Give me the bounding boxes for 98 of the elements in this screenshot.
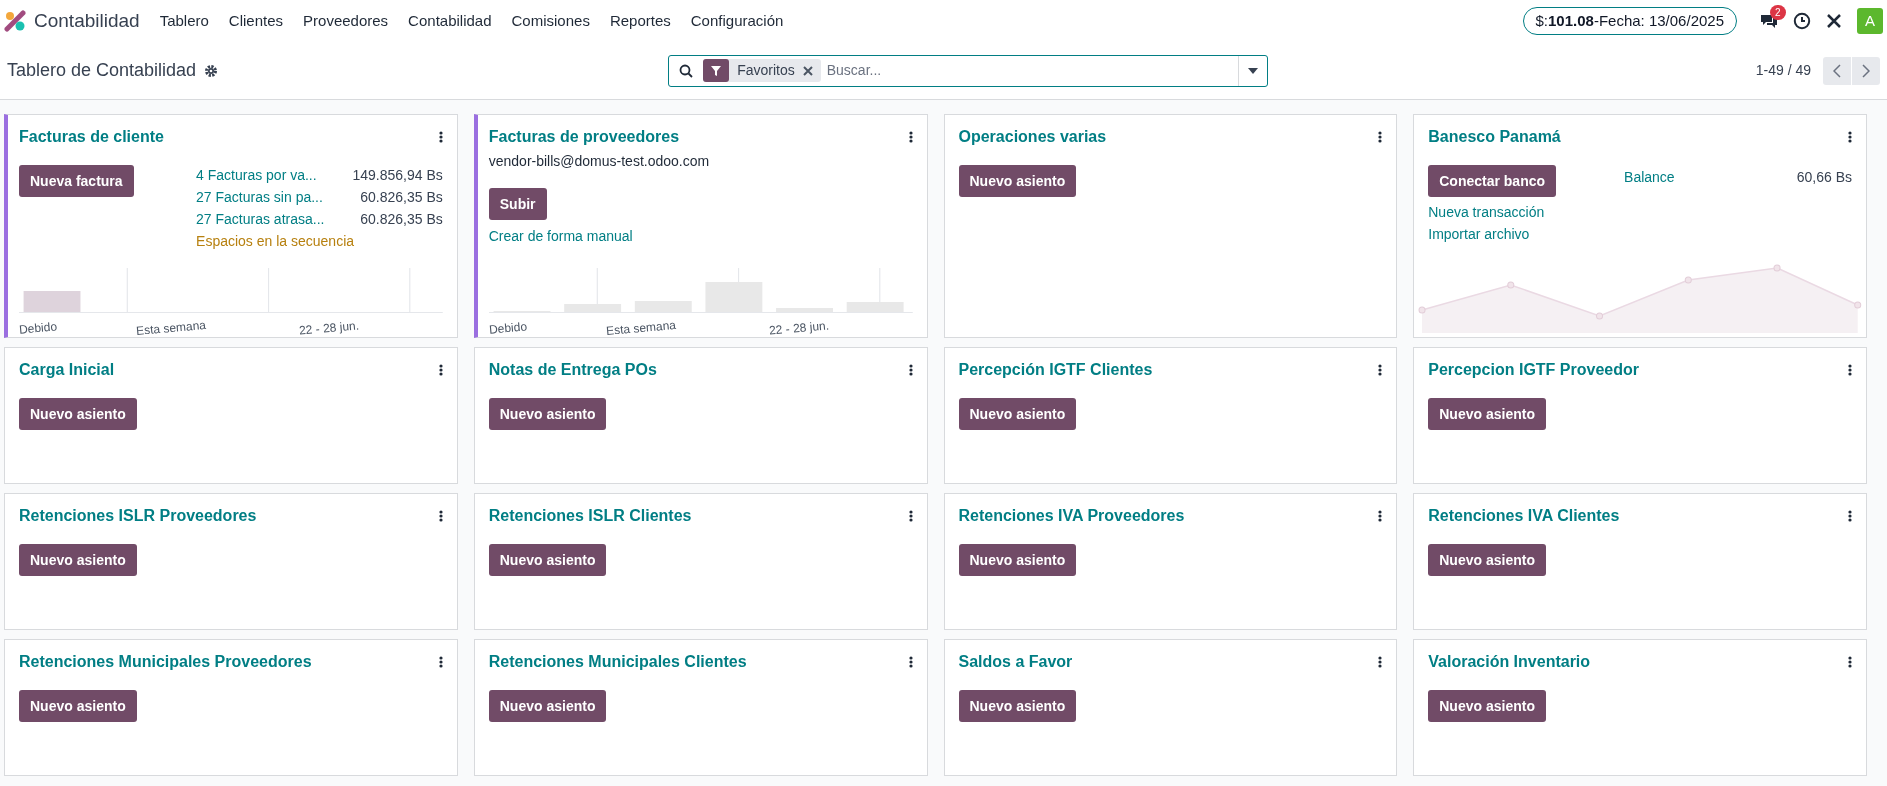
primary-action-button[interactable]: Nuevo asiento <box>488 690 607 722</box>
primary-action-button[interactable]: Nuevo asiento <box>19 690 137 722</box>
more-options-icon[interactable] <box>1848 656 1852 668</box>
invoice-stat-link[interactable]: 27 Facturas atrasa... <box>196 209 325 229</box>
pager-value: 1-49 / 49 <box>1755 61 1811 80</box>
chart-bar <box>23 291 81 312</box>
close-icon[interactable] <box>802 65 813 76</box>
data-point <box>1596 312 1604 320</box>
more-options-icon[interactable] <box>1848 364 1852 376</box>
caret-icon <box>1248 67 1259 74</box>
search-icon <box>679 63 694 78</box>
warning-link[interactable]: Espacios en la secuencia <box>196 231 443 251</box>
more-options-icon[interactable] <box>1378 131 1383 143</box>
card-title[interactable]: Facturas de proveedores <box>488 125 680 149</box>
card-title[interactable]: Operaciones varias <box>958 125 1107 149</box>
more-options-icon[interactable] <box>908 364 913 376</box>
primary-action-button[interactable]: Conectar banco <box>1428 165 1557 197</box>
menu-item[interactable]: Comisiones <box>511 9 590 33</box>
more-options-icon[interactable] <box>1378 364 1383 376</box>
axis-label: Esta semana <box>135 316 207 337</box>
more-options-icon[interactable] <box>908 656 913 668</box>
action-link[interactable]: Importar archivo <box>1428 226 1530 242</box>
card-title[interactable]: Retenciones ISLR Clientes <box>488 504 692 528</box>
axis-label: 22 - 28 jun. <box>298 317 360 337</box>
primary-action-button[interactable]: Nuevo asiento <box>19 398 137 430</box>
card-title[interactable]: Retenciones Municipales Clientes <box>488 650 747 674</box>
menu-item[interactable]: Tablero <box>159 9 209 33</box>
more-options-icon[interactable] <box>1378 510 1383 522</box>
action-link[interactable]: Nueva transacción <box>1428 204 1545 220</box>
card-title[interactable]: Saldos a Favor <box>958 650 1073 674</box>
balance-amount: 60,66 Bs <box>1796 168 1852 187</box>
more-options-icon[interactable] <box>438 364 443 376</box>
primary-action-button[interactable]: Nuevo asiento <box>958 544 1077 576</box>
axis-label: 22 - 28 jun. <box>768 317 830 337</box>
axis-label: Esta semana <box>605 316 677 337</box>
search-bar[interactable]: Favoritos Buscar... <box>668 54 1269 87</box>
search-input[interactable]: Buscar... <box>820 60 1239 81</box>
notification-count: 2 <box>1770 5 1786 20</box>
tools-icon[interactable] <box>1825 12 1843 30</box>
primary-action-button[interactable]: Nuevo asiento <box>958 690 1077 722</box>
primary-action-button[interactable]: Nuevo asiento <box>488 544 607 576</box>
more-options-icon[interactable] <box>1848 510 1852 522</box>
amount-text: 60.826,35 Bs <box>359 188 443 207</box>
more-options-icon[interactable] <box>908 510 913 522</box>
more-options-icon[interactable] <box>438 510 443 522</box>
card-title[interactable]: Facturas de cliente <box>19 125 164 149</box>
card-title[interactable]: Notas de Entrega POs <box>488 358 657 382</box>
data-point <box>1418 306 1426 314</box>
menu-item[interactable]: Proveedores <box>303 9 389 33</box>
filter-facet[interactable]: Favoritos <box>703 59 821 82</box>
invoice-stat-link[interactable]: 4 Facturas por va... <box>196 165 325 185</box>
chevron-left-icon <box>1833 63 1841 78</box>
chevron-right-icon <box>1862 63 1870 78</box>
axis-label: Debido <box>18 318 58 337</box>
more-options-icon[interactable] <box>438 656 443 668</box>
more-options-icon[interactable] <box>1848 131 1852 143</box>
manual-entry-link[interactable]: Crear de forma manual <box>488 228 633 244</box>
card-title[interactable]: Percepcion IGTF Proveedor <box>1428 358 1639 382</box>
data-point <box>1854 301 1862 309</box>
card-title[interactable]: Retenciones Municipales Proveedores <box>19 650 312 674</box>
primary-action-button[interactable]: Nuevo asiento <box>958 398 1077 430</box>
primary-action-button[interactable]: Nuevo asiento <box>1428 690 1546 722</box>
card-title[interactable]: Retenciones IVA Proveedores <box>958 504 1185 528</box>
app-name[interactable]: Contabilidad <box>34 6 140 36</box>
settings-icon[interactable] <box>204 63 219 78</box>
primary-action-button[interactable]: Nuevo asiento <box>1428 544 1546 576</box>
card-title[interactable]: Carga Inicial <box>19 358 115 382</box>
card-title[interactable]: Banesco Panamá <box>1428 125 1561 149</box>
more-options-icon[interactable] <box>1378 656 1383 668</box>
invoice-stat-link[interactable]: 27 Facturas sin pa... <box>196 187 325 207</box>
email-address: vendor-bills@domus-test.odoo.com <box>488 152 711 171</box>
page-title: Tablero de Contabilidad <box>7 59 197 82</box>
card-title[interactable]: Percepción IGTF Clientes <box>958 358 1153 382</box>
menu-item[interactable]: Contabilidad <box>408 9 492 33</box>
app-logo-icon[interactable] <box>4 10 26 32</box>
more-options-icon[interactable] <box>908 131 913 143</box>
amount-text: 149.856,94 Bs <box>352 166 443 185</box>
card-title[interactable]: Retenciones IVA Clientes <box>1428 504 1620 528</box>
more-options-icon[interactable] <box>438 131 443 143</box>
primary-action-button[interactable]: Nuevo asiento <box>19 544 137 576</box>
axis-label: Debido <box>488 318 528 337</box>
menu-item[interactable]: Clientes <box>228 9 284 33</box>
filter-icon <box>710 64 723 77</box>
menu-item[interactable]: Configuración <box>690 9 784 33</box>
amount-text: 60.826,35 Bs <box>359 210 443 229</box>
card-title[interactable]: Retenciones ISLR Proveedores <box>19 504 257 528</box>
primary-action-button[interactable]: Nueva factura <box>19 165 134 197</box>
data-point <box>1507 281 1515 289</box>
card-title[interactable]: Valoración Inventario <box>1428 650 1591 674</box>
clock-icon[interactable] <box>1793 12 1811 30</box>
primary-action-button[interactable]: Nuevo asiento <box>488 398 607 430</box>
primary-action-button[interactable]: Nuevo asiento <box>1428 398 1546 430</box>
menu-item[interactable]: Reportes <box>609 9 671 33</box>
data-point <box>1685 276 1693 284</box>
balance-label: Balance <box>1624 168 1675 187</box>
primary-action-button[interactable]: Nuevo asiento <box>958 165 1077 197</box>
primary-action-button[interactable]: Subir <box>488 188 547 220</box>
data-point <box>1773 264 1781 272</box>
